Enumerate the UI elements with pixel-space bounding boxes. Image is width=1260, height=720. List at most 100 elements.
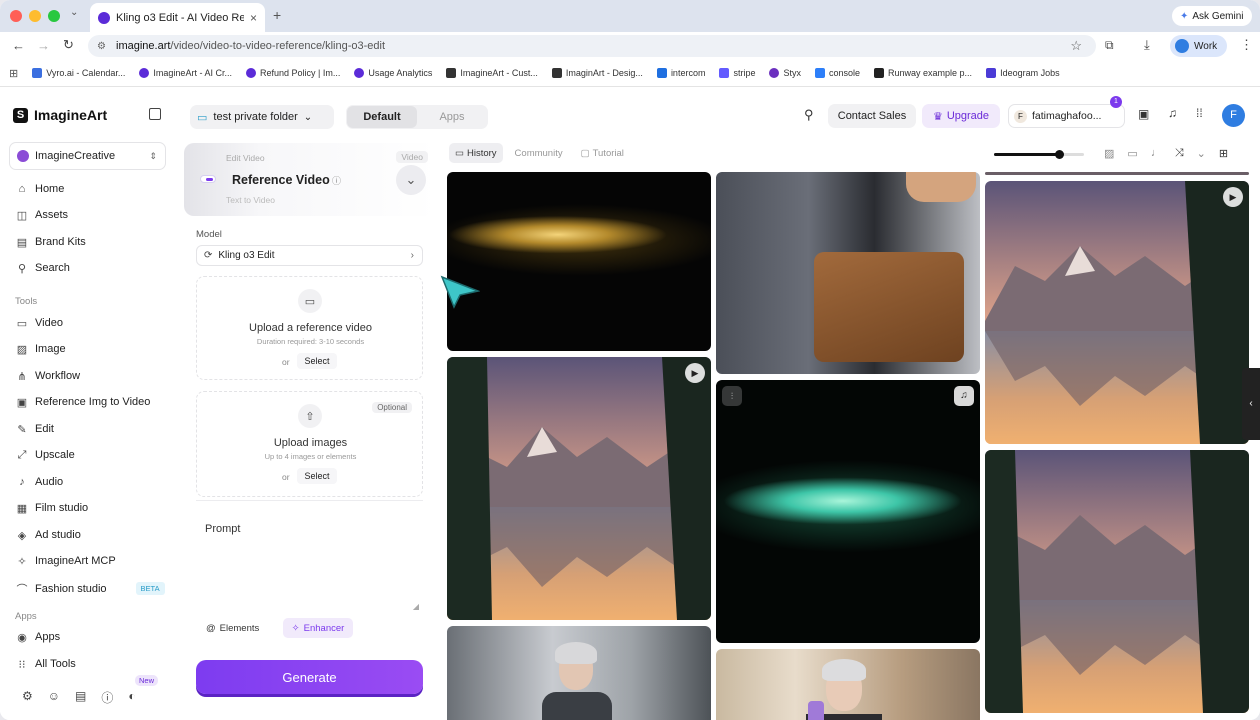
sidebar-item-imagineart-mcp[interactable]: ✧ ImagineArt MCP <box>16 555 115 568</box>
apps-grid-icon[interactable]: ⊞ <box>9 67 18 80</box>
forward-icon[interactable]: → <box>37 38 50 53</box>
gallery-item-lake-mountains-2[interactable]: ▶ <box>985 181 1249 444</box>
bookmark-item[interactable]: ImaginArt - Desig... <box>551 68 643 78</box>
sidebar-item-upscale[interactable]: ⤢ Upscale <box>16 449 75 462</box>
folder-selector[interactable]: ▭ test private folder ⌄ <box>190 105 334 129</box>
contact-sales-button[interactable]: Contact Sales <box>828 104 916 128</box>
bookmark-item[interactable]: Ideogram Jobs <box>986 68 1060 78</box>
resize-handle-icon[interactable]: ◢ <box>413 602 419 611</box>
search-icon[interactable]: ⚲ <box>804 107 814 123</box>
minimize-window-button[interactable] <box>29 10 41 22</box>
sidebar-item-workflow[interactable]: ⋔ Workflow <box>16 370 80 383</box>
sidebar-item-home[interactable]: ⌂ Home <box>16 183 65 195</box>
bookmark-item[interactable]: ImagineArt - AI Cr... <box>139 68 232 78</box>
tab-tutorial[interactable]: ▢ Tutorial <box>575 143 630 163</box>
workspace-selector[interactable]: ImagineCreative ⇕ <box>9 142 166 170</box>
image-filter-icon[interactable]: ▨ <box>1104 147 1114 160</box>
extensions-icon[interactable]: ⧉ <box>1105 38 1114 53</box>
prompt-textarea[interactable]: ◢ <box>196 513 423 613</box>
help-icon[interactable]: ⓘ <box>101 689 113 706</box>
bookmark-star-icon[interactable]: ☆ <box>1070 38 1082 54</box>
mode-default-tab[interactable]: Default <box>347 106 417 128</box>
info-icon[interactable]: ⓘ <box>332 174 341 187</box>
user-avatar[interactable]: F <box>1222 104 1245 127</box>
sidebar-item-ad-studio[interactable]: ◈ Ad studio <box>16 529 81 542</box>
shuffle-icon[interactable]: ⤨ <box>1175 147 1184 160</box>
sidebar-item-brand-kits[interactable]: ▤ Brand Kits <box>16 236 86 249</box>
gallery-item-green-wave[interactable]: ⫶ ♫ <box>716 380 980 643</box>
upload-images-card[interactable]: Optional ⇧ Upload images Up to 4 images … <box>196 391 423 497</box>
play-icon[interactable]: ▶ <box>1223 187 1243 207</box>
tab-search-icon[interactable]: ⌄ <box>70 7 78 18</box>
close-window-button[interactable] <box>10 10 22 22</box>
bookmark-item[interactable]: Styx <box>769 68 801 78</box>
bookmark-item[interactable]: ImagineArt - Cust... <box>446 68 538 78</box>
sidebar-item-search[interactable]: ⚲ Search <box>16 262 70 275</box>
ask-gemini-button[interactable]: ✦ Ask Gemini <box>1172 6 1252 26</box>
settings-icon[interactable]: ⚙ <box>22 689 33 706</box>
sidebar-item-assets[interactable]: ◫ Assets <box>16 209 68 222</box>
bookmark-item[interactable]: Runway example p... <box>874 68 972 78</box>
gallery-item-lake-mountains[interactable]: ▶ <box>447 357 711 620</box>
upgrade-button[interactable]: ♛ Upgrade <box>922 104 1000 128</box>
sidebar-item-image[interactable]: ▨ Image <box>16 343 66 356</box>
browser-menu-icon[interactable]: ⋮ <box>1240 37 1253 53</box>
close-tab-icon[interactable]: × <box>250 11 257 25</box>
bookmark-item[interactable]: intercom <box>656 68 705 78</box>
sidebar-item-fashion-studio[interactable]: ⌒ Fashion studio BETA <box>16 582 165 596</box>
maximize-window-button[interactable] <box>48 10 60 22</box>
sidebar-item-all-tools[interactable]: ⁝⁝ All Tools <box>16 658 76 671</box>
bookmark-item[interactable]: Vyro.ai - Calendar... <box>32 68 125 78</box>
sidebar-item-video[interactable]: ▭ Video <box>16 317 63 330</box>
app-logo[interactable]: S ImagineArt <box>13 107 107 123</box>
sidebar-item-edit[interactable]: ✎ Edit <box>16 423 54 436</box>
play-icon[interactable]: ▶ <box>685 363 705 383</box>
mode-apps-tab[interactable]: Apps <box>417 111 487 123</box>
sidebar-item-apps[interactable]: ◉ Apps <box>16 631 60 644</box>
bookmark-item[interactable]: stripe <box>719 68 755 78</box>
palette-icon[interactable]: ◐ <box>128 689 135 706</box>
video-filter-icon[interactable]: ▭ <box>1127 147 1137 160</box>
tab-community[interactable]: Community <box>509 143 569 163</box>
gallery-item-briefcase[interactable] <box>716 172 980 374</box>
bookmark-item[interactable]: Refund Policy | Im... <box>245 68 340 78</box>
site-info-icon[interactable]: ⚙ <box>97 41 106 52</box>
mode-card[interactable]: Edit Video Video Reference Video ⓘ Text … <box>184 143 436 216</box>
gallery-item-golden-wave[interactable] <box>447 172 711 351</box>
collapse-sidebar-icon[interactable] <box>149 108 161 120</box>
model-selector[interactable]: ⟳ Kling o3 Edit › <box>196 245 423 266</box>
chevron-down-icon[interactable]: ⌄ <box>1197 147 1206 160</box>
generate-button[interactable]: Generate <box>196 660 423 694</box>
enhancer-button[interactable]: ✧ Enhancer <box>283 618 353 638</box>
discord-icon[interactable]: ☺ <box>48 689 60 706</box>
expand-chevron-icon[interactable]: ⌄ <box>396 165 426 195</box>
gallery-item-lake-mountains-3[interactable] <box>985 450 1249 713</box>
elements-button[interactable]: @ Elements <box>206 619 259 637</box>
bell-icon[interactable]: ♫ <box>1168 106 1177 120</box>
upload-video-card[interactable]: ▭ Upload a reference video Duration requ… <box>196 276 423 380</box>
gallery-item-woman-product[interactable] <box>716 649 980 720</box>
select-video-button[interactable]: Select <box>297 353 337 369</box>
bookmark-item[interactable]: console <box>814 68 860 78</box>
mic-filter-icon[interactable]: ♩ <box>1151 147 1162 160</box>
tab-history[interactable]: ▭ History <box>449 143 503 163</box>
sidebar-item-film-studio[interactable]: ▦ Film studio <box>16 502 88 515</box>
download-icon[interactable]: ⤓ <box>1144 37 1150 53</box>
browser-tab[interactable]: Kling o3 Edit - AI Video Refer × <box>90 3 265 32</box>
gallery-item-partial[interactable] <box>985 172 1249 175</box>
zoom-slider[interactable] <box>994 150 1084 159</box>
zoom-slider-knob[interactable] <box>1054 150 1064 159</box>
gallery-item-woman-street[interactable] <box>447 626 711 720</box>
new-tab-icon[interactable]: + <box>273 7 281 23</box>
music-note-icon[interactable]: ♫ <box>954 386 974 406</box>
reload-icon[interactable]: ↻ <box>63 37 74 53</box>
back-icon[interactable]: ← <box>12 38 25 53</box>
audio-wave-icon[interactable]: ⫶ <box>722 386 742 406</box>
chat-icon[interactable]: ▣ <box>1138 107 1149 121</box>
account-selector[interactable]: F fatimaghafoo... 1 <box>1008 96 1125 128</box>
side-drawer-toggle[interactable]: ‹ <box>1242 368 1260 440</box>
profile-button[interactable]: Work <box>1170 35 1227 57</box>
apps-grid-icon[interactable]: ⁞⁞ <box>1196 106 1203 120</box>
docs-icon[interactable]: ▤ <box>75 689 86 706</box>
bookmark-item[interactable]: Usage Analytics <box>354 68 432 78</box>
